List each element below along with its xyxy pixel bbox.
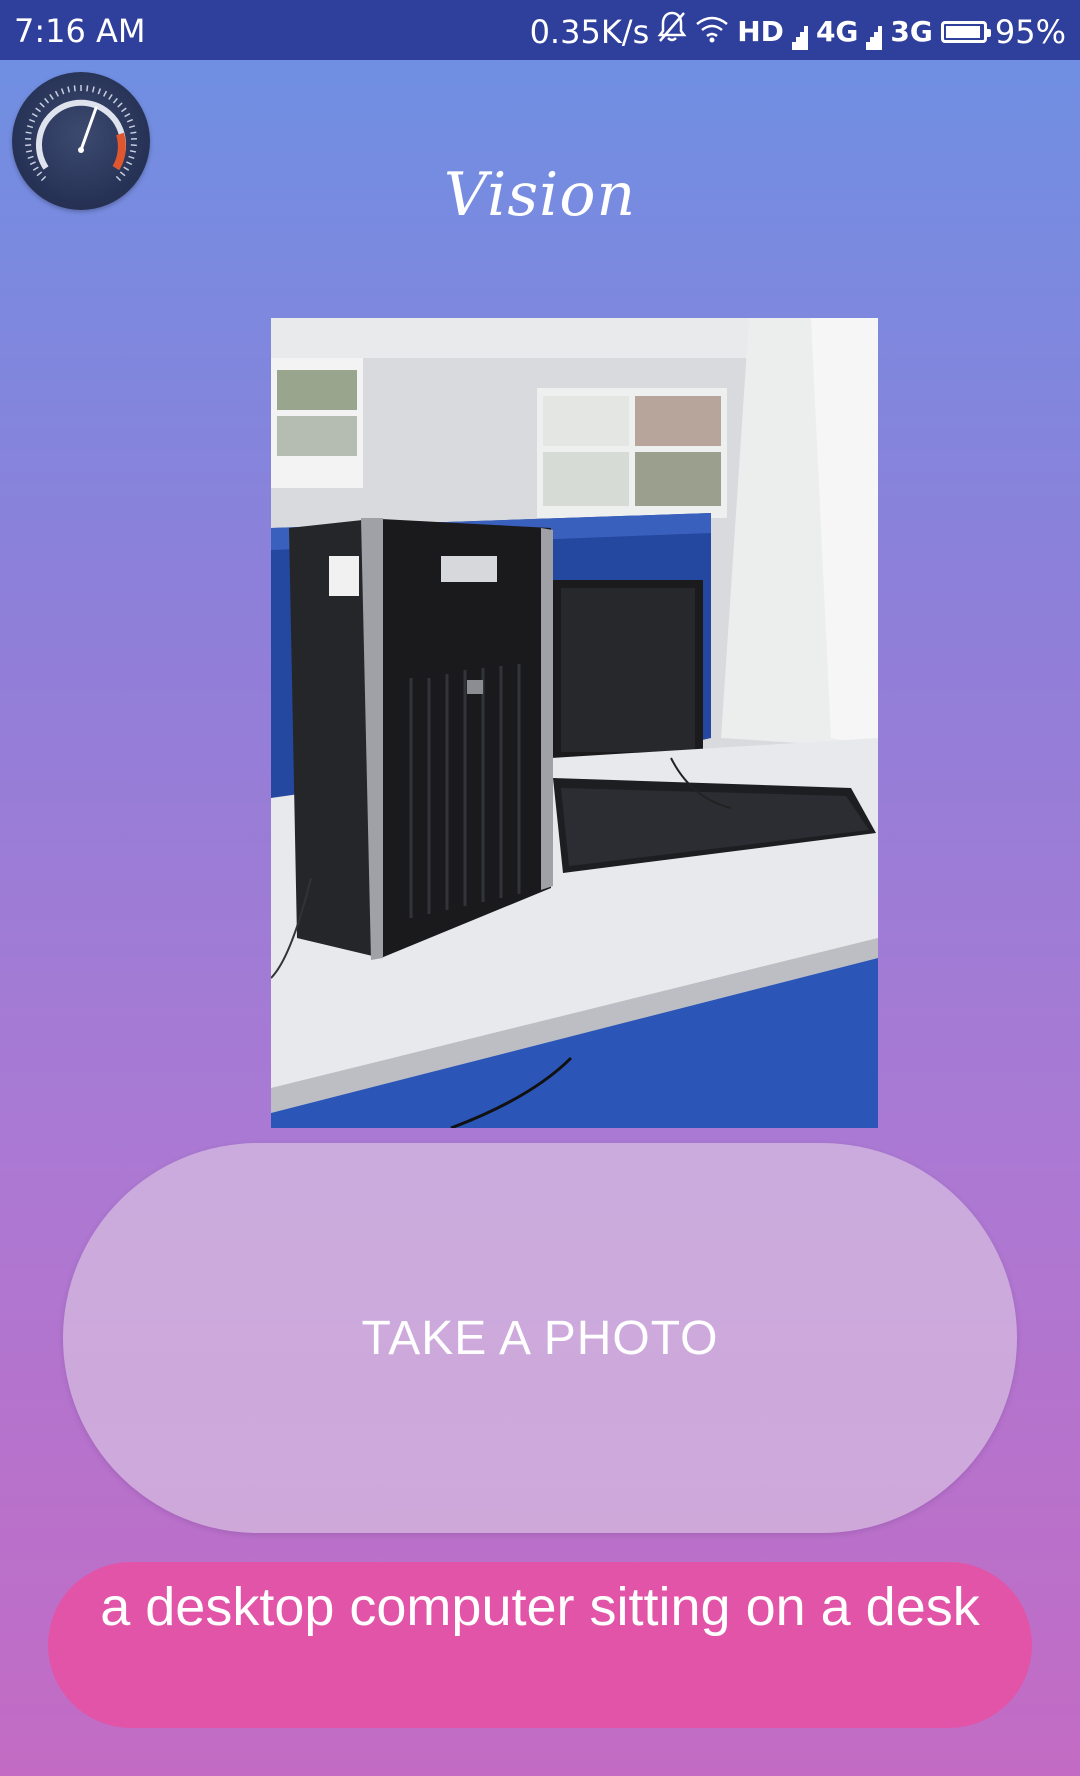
gauge-tick [108,94,113,100]
network-3g-label: 3G [890,14,933,48]
status-time: 7:16 AM [14,12,146,50]
take-photo-button[interactable]: TAKE A PHOTO [63,1143,1017,1533]
signal-icon [866,19,883,50]
gauge-tick [25,150,33,153]
status-bar: 7:16 AM 0.35K/s HD 4G 3G 95% [0,0,1080,60]
gauge-tick [117,102,123,108]
network-4g-label: 4G [815,14,859,48]
gauge-tick [126,118,134,123]
gauge-tick [128,125,136,129]
gauge-tick [112,97,118,104]
gauge-tick [97,88,102,95]
battery-level [945,25,981,38]
gauge-tick [25,131,32,134]
app-logo: Vision [443,160,637,230]
gauge-tick [54,90,59,97]
gauge-tick [26,125,34,129]
caption-result: a desktop computer sitting on a desk [48,1562,1032,1728]
gauge-tick [91,86,95,93]
desktop-computer-photo [271,318,878,1128]
gauge-tick [73,85,76,92]
gauge-tick [124,112,131,118]
gauge-tick [130,131,137,134]
bell-off-icon [657,10,687,53]
network-speed: 0.35K/s [529,12,650,51]
wifi-icon [695,12,729,52]
gauge-tick [31,112,38,118]
gauge-tick [129,150,137,153]
status-indicators: 0.35K/s HD 4G 3G 95% [530,10,1066,53]
gauge-tick [49,94,54,100]
app-screen: 7:16 AM 0.35K/s HD 4G 3G 95% Vision TAKE… [0,0,1080,1776]
gauge-tick [67,86,71,93]
gauge-tick [44,97,50,104]
signal-icon [791,19,808,50]
battery-percent: 95% [994,12,1066,51]
gauge-tick [60,88,65,95]
battery-icon [940,20,991,43]
gauge-tick [39,102,45,108]
gauge-tick [128,155,135,160]
gauge-tick [121,107,127,113]
gauge-tick [28,118,36,123]
gauge-tick [86,85,89,92]
gauge-tick [35,107,41,113]
gauge-tick [27,155,34,160]
gauge-tick [103,90,108,97]
hd-label: HD [737,14,784,48]
